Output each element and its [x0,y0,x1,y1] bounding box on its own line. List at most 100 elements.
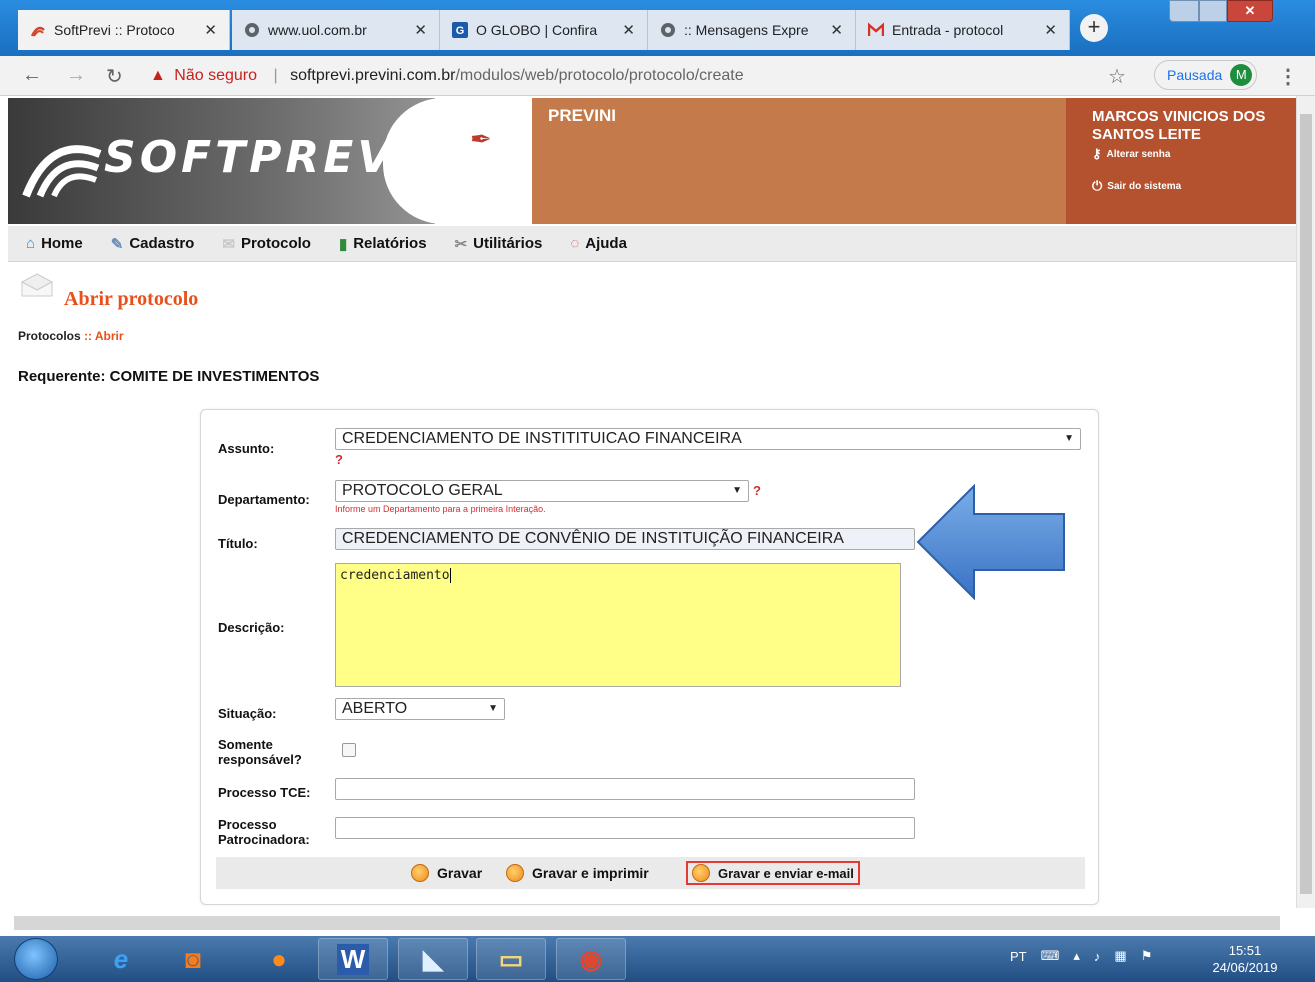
vertical-scrollbar[interactable] [1296,96,1315,908]
document-edit-icon: ✎ [110,235,124,253]
tab-gmail[interactable]: Entrada - protocol ✕ [856,10,1070,50]
address-bar: ← → ↻ ▲ Não seguro | softprevi.previni.c… [0,56,1315,96]
gravar-imprimir-button[interactable]: Gravar e imprimir [506,864,649,882]
gravar-button[interactable]: Gravar [411,864,482,882]
lifebuoy-icon: ◌ [570,235,580,252]
text-cursor [449,568,451,583]
situacao-select[interactable]: ABERTO ▼ [335,698,505,720]
language-indicator[interactable]: PT [1010,949,1027,964]
close-tab-icon[interactable]: ✕ [204,21,217,39]
forward-arrow-icon[interactable]: → [66,64,86,87]
logout-link[interactable]: ⏻ Sair do sistema [1092,178,1181,194]
new-tab-button[interactable]: + [1080,14,1108,42]
descricao-textarea[interactable]: credenciamento [335,563,901,687]
tab-uol[interactable]: www.uol.com.br ✕ [232,10,440,50]
assunto-label: Assunto: [218,441,275,456]
taskbar-word[interactable]: W [318,938,388,980]
titulo-input[interactable]: CREDENCIAMENTO DE CONVÊNIO DE INSTITUIÇÃ… [335,528,915,550]
taskbar-explorer[interactable]: ▭ [476,938,546,980]
close-window-button[interactable]: ✕ [1227,0,1273,22]
change-password-label: Alterar senha [1106,148,1171,160]
processo-tce-input[interactable] [335,778,915,800]
network-icon[interactable]: ▦ [1114,948,1126,964]
scrollbar-thumb[interactable] [14,916,1280,930]
profile-button[interactable]: Pausada M [1154,60,1258,90]
breadcrumb: Protocolos :: Abrir [18,329,124,343]
main-menu: ⌂ Home ✎ Cadastro ✉ Protocolo ▮ Relatóri… [8,226,1296,262]
taskbar-ie[interactable]: e [86,938,156,980]
bookmark-star-icon[interactable]: ☆ [1108,64,1126,89]
processo-patrocinadora-label: Processo Patrocinadora: [218,817,310,847]
reload-icon[interactable]: ↻ [106,64,123,89]
word-icon: W [336,943,370,975]
requerente-label: Requerente: COMITE DE INVESTIMENTOS [18,368,320,385]
annotation-arrow-icon [916,484,1065,600]
departamento-label: Departamento: [218,492,310,507]
close-tab-icon[interactable]: ✕ [830,21,843,39]
logo-text: SOFTPREVI [104,132,416,183]
taskbar-outlook[interactable]: ◙ [158,938,228,980]
envelope-icon: ✉ [222,235,235,253]
volume-icon[interactable]: ♪ [1094,949,1101,964]
horizontal-scrollbar[interactable] [0,908,1296,936]
close-tab-icon[interactable]: ✕ [622,21,635,39]
tab-title: Entrada - protocol [892,22,1004,38]
firefox-icon: ● [271,943,287,974]
email-icon [692,864,710,882]
power-icon: ⏻ [1092,178,1103,193]
menu-item-home[interactable]: ⌂ Home [26,235,83,252]
assunto-select[interactable]: CREDENCIAMENTO DE INSTITITUICAO FINANCEI… [335,428,1081,450]
browser-tab-strip: SoftPrevi :: Protoco ✕ www.uol.com.br ✕ … [0,0,1315,56]
menu-label: Protocolo [240,235,311,252]
header-spacer [435,98,535,224]
menu-item-cadastro[interactable]: ✎ Cadastro [111,235,195,253]
menu-item-utilitarios[interactable]: ✂ Utilitários [455,235,543,253]
flag-icon[interactable]: ⚑ [1141,948,1153,964]
menu-item-relatorios[interactable]: ▮ Relatórios [339,235,427,253]
processo-tce-label: Processo TCE: [218,785,311,800]
clock-date: 24/06/2019 [1212,960,1278,975]
app-icon: ◣ [423,943,443,974]
close-tab-icon[interactable]: ✕ [414,21,427,39]
tab-title: SoftPrevi :: Protoco [54,22,175,38]
breadcrumb-root[interactable]: Protocolos [18,329,81,343]
tab-title: www.uol.com.br [268,22,367,38]
org-name: PREVINI [548,106,617,125]
departamento-select[interactable]: PROTOCOLO GERAL ▼ [335,480,749,502]
gravar-label: Gravar [437,865,483,881]
scrollbar-thumb[interactable] [1300,114,1312,894]
processo-patrocinadora-input[interactable] [335,817,915,839]
minimize-button[interactable] [1169,0,1199,22]
descricao-value: credenciamento [340,568,450,583]
pen-icon: ✒ [470,124,492,154]
url-divider: | [273,67,278,84]
show-hidden-icons-icon[interactable]: ▴ [1073,948,1080,964]
folder-icon: ▭ [498,943,524,974]
close-tab-icon[interactable]: ✕ [1044,21,1057,39]
key-icon: ⚷ [1092,146,1102,161]
menu-item-ajuda[interactable]: ◌ Ajuda [570,235,627,252]
taskbar-firefox[interactable]: ● [244,938,314,980]
url-input[interactable]: ▲ Não seguro | softprevi.previni.com.br/… [150,62,1110,90]
menu-item-protocolo[interactable]: ✉ Protocolo [222,235,311,253]
windows-taskbar: e ◙ ● W ◣ ▭ ◉ PT ⌨ ▴ ♪ ▦ ⚑ 15:51 24/06/2… [0,936,1315,982]
taskbar-chrome[interactable]: ◉ [556,938,626,980]
maximize-button[interactable] [1199,0,1227,22]
tab-softprevi[interactable]: SoftPrevi :: Protoco ✕ [18,10,230,50]
change-password-link[interactable]: ⚷ Alterar senha [1092,146,1170,162]
back-arrow-icon[interactable]: ← [22,64,42,87]
home-icon: ⌂ [26,235,36,252]
chevron-down-icon: ▼ [488,703,498,714]
titulo-label: Título: [218,536,258,551]
somente-responsavel-checkbox[interactable] [342,743,356,757]
menu-label: Ajuda [585,235,627,252]
menu-label: Home [41,235,83,252]
start-button[interactable] [14,938,58,980]
clock[interactable]: 15:51 24/06/2019 [1200,942,1290,976]
browser-menu-icon[interactable]: ⋮ [1278,64,1298,89]
gravar-email-button[interactable]: Gravar e enviar e-mail [686,861,860,885]
keyboard-icon[interactable]: ⌨ [1041,948,1060,964]
tab-oglobo[interactable]: G O GLOBO | Confira ✕ [440,10,648,50]
taskbar-app[interactable]: ◣ [398,938,468,980]
tab-mensagens[interactable]: :: Mensagens Expre ✕ [648,10,856,50]
